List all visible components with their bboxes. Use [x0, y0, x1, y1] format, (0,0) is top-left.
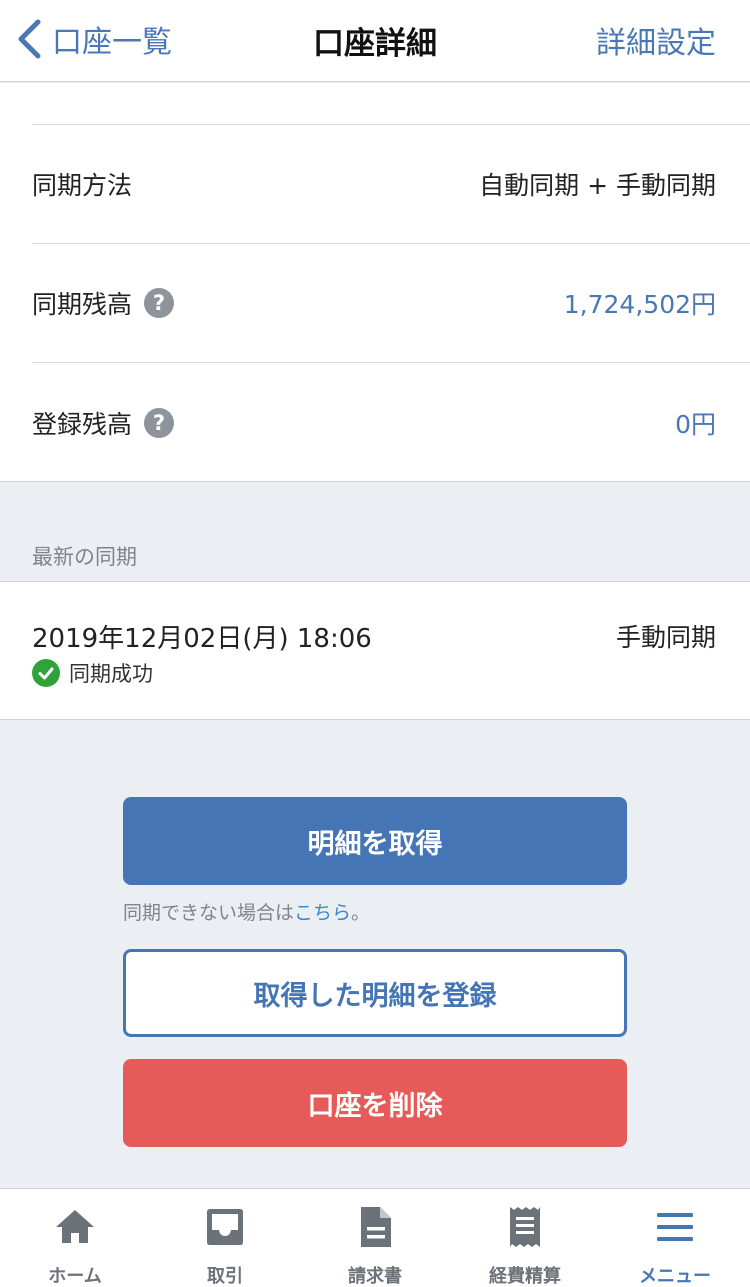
check-circle-icon: [32, 659, 60, 687]
tab-menu[interactable]: メニュー: [600, 1189, 750, 1287]
delete-account-button[interactable]: 口座を削除: [123, 1059, 627, 1147]
inbox-icon: [207, 1209, 243, 1245]
tab-invoices[interactable]: 請求書: [300, 1189, 450, 1287]
register-statements-button[interactable]: 取得した明細を登録: [123, 949, 627, 1037]
registered-balance-row: 登録残高 ? 0円: [32, 363, 750, 482]
synced-balance-label: 同期残高: [32, 290, 133, 319]
sync-status-text: 同期成功: [69, 662, 153, 686]
fetch-statements-button[interactable]: 明細を取得: [123, 797, 627, 885]
sync-help-text: 同期できない場合はこちら。: [123, 902, 371, 924]
account-info-list: 同期方法 自動同期 + 手動同期 同期残高 ? 1,724,502円 登録残高 …: [0, 83, 750, 482]
menu-icon: [657, 1213, 693, 1241]
tab-expenses[interactable]: 経費精算: [450, 1189, 600, 1287]
help-icon[interactable]: ?: [144, 407, 175, 438]
sync-method-row: 同期方法 自動同期 + 手動同期: [32, 125, 750, 244]
sync-status: 同期成功: [32, 658, 153, 688]
home-icon: [56, 1210, 94, 1243]
registered-balance-label: 登録残高: [32, 409, 133, 439]
sync-help-link[interactable]: こちら: [294, 902, 351, 924]
tab-home[interactable]: ホーム: [0, 1189, 150, 1287]
latest-sync-card: 2019年12月02日(月) 18:06 手動同期 同期成功: [0, 581, 750, 720]
synced-balance-row: 同期残高 ? 1,724,502円: [32, 244, 750, 363]
sync-method-label: 同期方法: [32, 171, 133, 200]
latest-sync-section-label: 最新の同期: [32, 545, 137, 569]
sync-method-value: 自動同期 + 手動同期: [479, 171, 716, 200]
tab-transactions[interactable]: 取引: [150, 1189, 300, 1287]
receipt-icon: [510, 1207, 540, 1247]
sync-datetime: 2019年12月02日(月) 18:06: [32, 624, 372, 654]
bottom-tab-bar: ホーム 取引 請求書 経費精算 メニュー: [0, 1188, 750, 1287]
sync-type: 手動同期: [615, 623, 716, 652]
document-icon: [361, 1207, 391, 1247]
detail-settings-button[interactable]: 詳細設定: [596, 18, 716, 62]
registered-balance-value: 0円: [675, 409, 716, 439]
synced-balance-value: 1,724,502円: [563, 290, 716, 319]
navigation-header: 口座一覧 口座詳細 詳細設定: [0, 0, 750, 82]
help-icon[interactable]: ?: [144, 288, 175, 318]
